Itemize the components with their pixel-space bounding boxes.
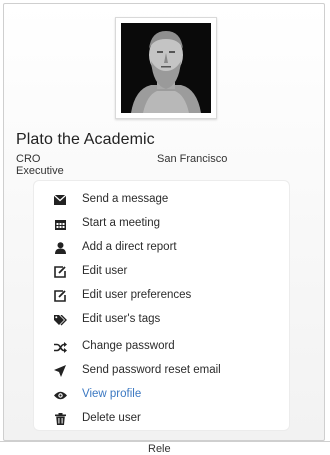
delete-user-item[interactable]: Delete user (34, 408, 289, 430)
shuffle-icon (53, 340, 67, 354)
menu-item-label: Add a direct report (82, 241, 177, 253)
menu-item-label: Change password (82, 340, 175, 352)
edit-user-tags-item[interactable]: Edit user's tags (34, 309, 289, 331)
eye-icon (53, 388, 67, 402)
user-name: Plato the Academic (16, 131, 155, 148)
send-message-item[interactable]: Send a message (34, 189, 289, 211)
menu-item-label: Edit user preferences (82, 289, 192, 301)
profile-photo (121, 23, 211, 113)
start-meeting-item[interactable]: Start a meeting (34, 213, 289, 235)
edit-icon (53, 289, 67, 303)
menu-item-label: Edit user's tags (82, 313, 161, 325)
bust-portrait-icon (121, 23, 211, 113)
change-password-item[interactable]: Change password (34, 336, 289, 358)
user-actions-menu: Send a message Start a meeting Add a dir… (34, 181, 289, 430)
view-profile-link[interactable]: View profile (34, 384, 289, 406)
profile-photo-frame (115, 17, 217, 119)
user-icon (53, 241, 67, 255)
menu-item-label: Edit user (82, 265, 128, 277)
calendar-icon (53, 217, 67, 231)
send-password-reset-item[interactable]: Send password reset email (34, 360, 289, 382)
edit-user-item[interactable]: Edit user (34, 261, 289, 283)
menu-item-label: Start a meeting (82, 217, 160, 229)
trash-icon (53, 412, 67, 426)
menu-item-label: Send a message (82, 193, 169, 205)
user-location: San Francisco (157, 153, 228, 165)
envelope-icon (53, 193, 67, 207)
add-direct-report-item[interactable]: Add a direct report (34, 237, 289, 259)
edit-user-preferences-item[interactable]: Edit user preferences (34, 285, 289, 307)
edit-icon (53, 265, 67, 279)
partial-footer-text: Rele (148, 443, 171, 455)
divider (0, 441, 330, 442)
menu-item-label: Send password reset email (82, 364, 221, 376)
menu-item-label: Delete user (82, 412, 141, 424)
send-icon (53, 364, 67, 378)
menu-item-label: View profile (82, 388, 142, 400)
user-role: Executive (16, 165, 64, 177)
tags-icon (53, 313, 67, 327)
